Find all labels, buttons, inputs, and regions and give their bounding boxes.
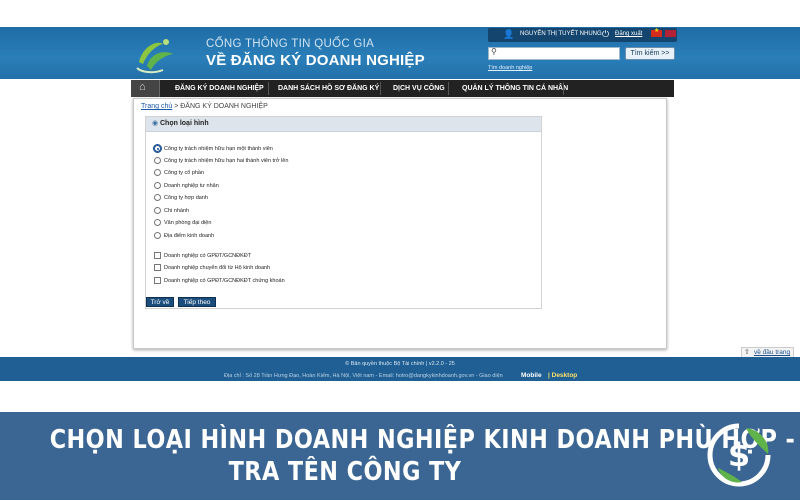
logout-link[interactable]: Đăng xuất — [615, 31, 642, 37]
nav-home-button[interactable]: ⌂ — [131, 80, 160, 97]
nav-divider — [448, 82, 449, 95]
portal-title-line2: VỀ ĐĂNG KÝ DOANH NGHIỆP — [206, 52, 425, 69]
checkbox[interactable] — [154, 277, 161, 284]
search-input[interactable] — [488, 47, 620, 60]
footer-copyright: © Bản quyền thuộc Bộ Tài chính | v2.2.0 … — [345, 361, 455, 367]
breadcrumb-current: > ĐĂNG KÝ DOANH NGHIỆP — [172, 103, 268, 110]
nav-item-personal-info[interactable]: QUẢN LÝ THÔNG TIN CÁ NHÂN — [462, 80, 568, 97]
user-name: NGUYỄN THỊ TUYẾT NHUNG — [520, 31, 602, 37]
mobile-view-link[interactable]: Mobile — [521, 372, 542, 379]
form-header-label: Chọn loại hình — [160, 120, 209, 127]
banner-title-line1: CHỌN LOẠI HÌNH DOANH NGHIỆP KINH DOANH P… — [49, 425, 796, 455]
radio-button[interactable] — [154, 219, 161, 226]
radio-button-checked[interactable] — [153, 144, 162, 153]
back-button[interactable]: Trở về — [146, 297, 174, 307]
checkbox-label: Doanh nghiệp chuyển đổi từ Hộ kinh doanh — [164, 265, 271, 271]
breadcrumb-home-link[interactable]: Trang chủ — [141, 103, 172, 110]
checkbox-label: Doanh nghiệp có GPĐT/GCNĐKĐT chứng khoán — [164, 278, 285, 284]
user-icon: 👤 — [503, 29, 515, 39]
nav-item-public-services[interactable]: DỊCH VỤ CÔNG — [393, 80, 445, 97]
radio-button[interactable] — [154, 182, 161, 189]
portal-title-line1: CỔNG THÔNG TIN QUỐC GIA — [206, 38, 375, 50]
nav-divider — [563, 82, 564, 95]
arrow-up-icon: ⇧ — [744, 349, 750, 356]
power-icon[interactable]: ⏻ — [602, 29, 609, 40]
checkbox[interactable] — [154, 252, 161, 259]
english-flag-icon[interactable] — [665, 30, 676, 37]
next-button[interactable]: Tiếp theo — [178, 297, 216, 307]
search-icon: ⚲ — [491, 47, 497, 56]
radio-label: Văn phòng đại diện — [164, 220, 212, 226]
desktop-view-link[interactable]: | Desktop — [548, 372, 577, 379]
vietnam-flag-icon[interactable] — [651, 27, 662, 37]
home-icon: ⌂ — [139, 81, 146, 93]
nav-divider — [380, 82, 381, 95]
nav-divider — [268, 82, 269, 95]
radio-label: Công ty trách nhiệm hữu hạn hai thành vi… — [164, 158, 289, 164]
bullet-icon: ◉ — [152, 120, 159, 127]
nav-item-registration-list[interactable]: DANH SÁCH HỒ SƠ ĐĂNG KÝ — [278, 80, 379, 97]
radio-button[interactable] — [154, 169, 161, 176]
page: CỔNG THÔNG TIN QUỐC GIA VỀ ĐĂNG KÝ DOANH… — [0, 0, 800, 500]
radio-button[interactable] — [154, 207, 161, 214]
radio-label: Doanh nghiệp tư nhân — [164, 183, 219, 189]
banner-title-line2: TRA TÊN CÔNG TY — [228, 457, 462, 487]
radio-label: Địa điểm kinh doanh — [164, 233, 215, 239]
radio-button[interactable] — [154, 232, 161, 239]
radio-label: Chi nhánh — [164, 208, 190, 214]
radio-label: Công ty hợp danh — [164, 195, 208, 201]
nav-item-register-business[interactable]: ĐĂNG KÝ DOANH NGHIỆP — [175, 80, 264, 97]
breadcrumb: Trang chủ > ĐĂNG KÝ DOANH NGHIỆP — [141, 103, 268, 110]
radio-button[interactable] — [154, 194, 161, 201]
svg-text:$: $ — [728, 436, 750, 474]
portal-logo-icon — [136, 39, 173, 74]
footer-address: Địa chỉ : Số 28 Trần Hưng Đạo, Hoàn Kiếm… — [224, 373, 503, 379]
dollar-logo-icon: $ — [707, 423, 771, 487]
radio-button[interactable] — [154, 157, 161, 164]
checkbox-label: Doanh nghiệp có GPĐT/GCNĐKĐT — [164, 253, 252, 259]
radio-label: Công ty trách nhiệm hữu hạn một thành vi… — [164, 146, 273, 152]
radio-label: Công ty cổ phần — [164, 170, 205, 176]
search-button[interactable]: Tìm kiếm >> — [625, 47, 675, 60]
checkbox[interactable] — [154, 264, 161, 271]
find-business-link[interactable]: Tìm doanh nghiệp — [488, 65, 532, 71]
